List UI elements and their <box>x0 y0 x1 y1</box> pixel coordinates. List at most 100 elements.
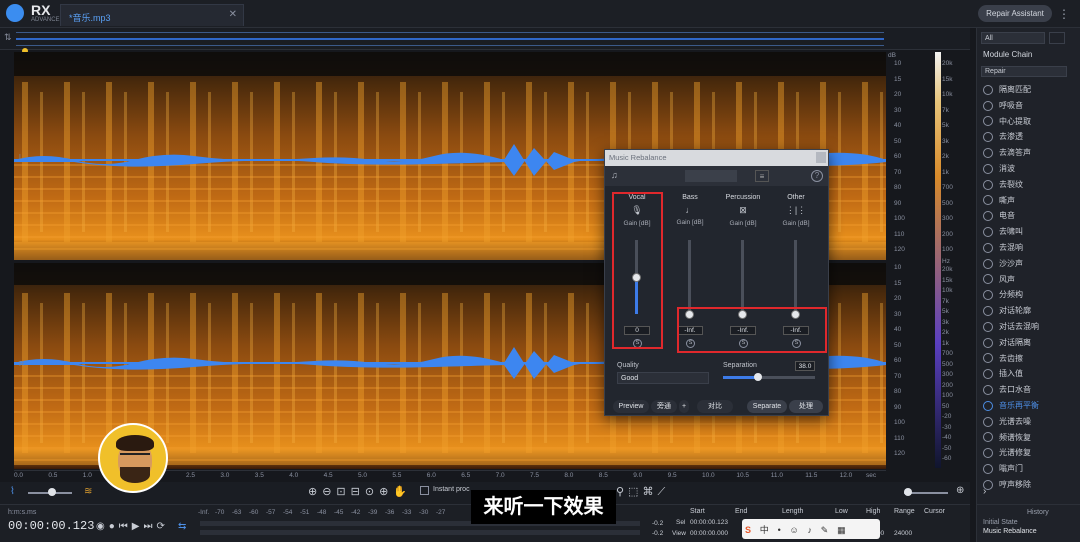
module-filter-select[interactable]: All <box>981 32 1045 44</box>
module-item[interactable]: 去滴答声 <box>983 147 1031 162</box>
close-tab-icon[interactable]: ✕ <box>229 9 237 20</box>
module-item[interactable]: 中心提取 <box>983 116 1031 131</box>
list-view-icon[interactable] <box>1049 32 1065 44</box>
module-label: 嘶声 <box>999 195 1015 205</box>
module-item[interactable]: 去裂纹 <box>983 179 1023 194</box>
ime-toolbar[interactable]: S 中 • ☺ ♪ ✎ ▦ <box>742 519 880 539</box>
module-item[interactable]: 光谱修复 <box>983 447 1031 462</box>
preview-button[interactable]: Preview <box>613 400 649 413</box>
meter-tick-label: -33 <box>402 509 412 516</box>
module-item[interactable]: 分频构 <box>983 289 1023 304</box>
ime-skin-icon[interactable]: ✎ <box>821 525 829 536</box>
module-label: 去啸叫 <box>999 227 1023 237</box>
ime-logo-icon[interactable]: S <box>745 525 751 535</box>
preset-menu-icon[interactable]: ≡ <box>755 170 769 182</box>
hz-tick-label: 500 <box>942 199 953 207</box>
hz-tick-label: 3k <box>942 137 949 145</box>
timeline-tick-label: 1.0 <box>82 472 92 479</box>
module-item[interactable]: 去齿擦 <box>983 353 1023 368</box>
module-item[interactable]: 电音 <box>983 210 1015 225</box>
gain-slider-track[interactable] <box>688 240 691 314</box>
meter-tick-label: -54 <box>283 509 293 516</box>
module-icon <box>983 258 993 269</box>
hz-tick-label: 100 <box>942 392 953 399</box>
module-item[interactable]: 插入值 <box>983 368 1023 383</box>
loop-icon[interactable]: ⇆ <box>178 521 186 532</box>
module-item[interactable]: 呼吸音 <box>983 100 1023 115</box>
module-item[interactable]: 去啸叫 <box>983 226 1023 241</box>
instant-process-checkbox[interactable] <box>420 486 429 495</box>
waveform-view-icon[interactable]: ⌇ <box>10 486 15 497</box>
spectrogram-view-icon[interactable]: ≋ <box>84 486 92 497</box>
module-label: 光谱去噪 <box>999 416 1031 426</box>
module-item[interactable]: 去口水音 <box>983 384 1031 399</box>
module-item[interactable]: 哼声移除 <box>983 479 1031 494</box>
zoom-in-icon[interactable]: ⊕ <box>956 485 964 496</box>
hz-scale-bottom: Hz 20k 15k 10k 7k 5k 3k 2k 1k 700 500 300 200 100 50 -… <box>942 258 968 462</box>
module-item[interactable]: 风声 <box>983 274 1015 289</box>
module-item[interactable]: 隔离匹配 <box>983 84 1031 99</box>
quality-select[interactable]: Good <box>617 372 709 384</box>
preset-select[interactable] <box>685 170 737 182</box>
history-item-initial[interactable]: Initial State <box>983 519 1018 526</box>
ime-emoji-icon[interactable]: ☺ <box>790 525 799 535</box>
ime-tools-icon[interactable]: ▦ <box>837 525 846 536</box>
sidebar-expand-icon[interactable]: › <box>983 486 986 497</box>
spectrogram-zoom-thumb[interactable] <box>904 488 912 496</box>
module-item[interactable]: 消波 <box>983 163 1015 178</box>
module-item[interactable]: 去渗透 <box>983 131 1023 146</box>
module-icon <box>983 163 993 174</box>
ime-chinese-icon[interactable]: 中 <box>760 523 769 536</box>
compare-button[interactable]: 对比 <box>697 400 733 413</box>
module-label: 电音 <box>999 211 1015 221</box>
gain-slider-track[interactable] <box>794 240 797 314</box>
process-button[interactable]: 处理 <box>789 400 823 413</box>
module-icon <box>983 211 993 222</box>
module-item[interactable]: 对话去混响 <box>983 321 1039 336</box>
quality-label: Quality <box>617 362 639 369</box>
waveform-zoom-thumb[interactable] <box>48 488 56 496</box>
timeline-tick-label: 4.0 <box>289 472 299 479</box>
module-item[interactable]: 音乐再平衡 <box>983 400 1039 415</box>
module-item[interactable]: 光谱去噪 <box>983 416 1031 431</box>
module-label: 插入值 <box>999 369 1023 379</box>
collapse-icon[interactable]: ⇅ <box>4 32 12 43</box>
module-item[interactable]: 去混响 <box>983 242 1023 257</box>
separation-slider-fill <box>723 376 758 379</box>
history-item-rebalance[interactable]: Music Rebalance <box>983 528 1037 535</box>
ime-punct-icon[interactable]: • <box>778 525 781 535</box>
main-menu-icon[interactable]: ⋮ <box>1058 7 1070 21</box>
module-item[interactable]: 嘶声 <box>983 195 1015 210</box>
bypass-button[interactable]: 旁通 <box>651 400 677 413</box>
help-icon[interactable]: ? <box>811 170 823 182</box>
repair-assistant-button[interactable]: Repair Assistant <box>978 5 1052 22</box>
zoom-tools-icons[interactable]: ⊕⊖⊡⊟⊙⊕✋ <box>308 485 412 498</box>
category-select[interactable]: Repair <box>981 66 1067 77</box>
channel-label-right: R <box>19 361 25 368</box>
module-chain-button[interactable]: Module Chain <box>983 50 1032 59</box>
timeline-tick-label: 6.0 <box>426 472 436 479</box>
music-rebalance-dialog: Music Rebalance ♫ ≡ ? Vocal 🎙 Gain [dB] 0 S B… <box>604 149 829 416</box>
add-button[interactable]: + <box>679 400 689 413</box>
file-tab[interactable]: *音乐.mp3 ✕ <box>60 4 244 26</box>
separation-slider-thumb[interactable] <box>753 373 762 381</box>
transport-controls-icons[interactable]: ◉●⏮▶⏭⟳ <box>96 521 169 532</box>
time-format-label[interactable]: h:m:s.ms <box>8 509 36 516</box>
vocal-highlight-box <box>612 192 663 349</box>
hz-tick-label: 3k <box>942 318 949 326</box>
selection-tools-icons[interactable]: ⚲⬚⌘⟋ <box>616 485 669 499</box>
module-item[interactable]: 嗡声门 <box>983 463 1023 478</box>
module-item[interactable]: 对话轮廓 <box>983 305 1031 320</box>
module-item[interactable]: 沙沙声 <box>983 258 1023 273</box>
waveform-overview[interactable]: ⇅ <box>0 28 970 54</box>
dialog-title[interactable]: Music Rebalance <box>605 150 828 166</box>
db-tick-label: 110 <box>894 434 905 442</box>
ime-voice-icon[interactable]: ♪ <box>808 525 813 535</box>
module-item[interactable]: 频谱恢复 <box>983 432 1031 447</box>
hz-tick-label: 1k <box>942 168 949 176</box>
dialog-close-icon[interactable] <box>816 152 826 163</box>
gain-slider-track[interactable] <box>741 240 744 314</box>
separate-button[interactable]: Separate <box>747 400 787 413</box>
separation-value[interactable]: 38.0 <box>795 361 815 371</box>
module-item[interactable]: 对话隔离 <box>983 337 1031 352</box>
